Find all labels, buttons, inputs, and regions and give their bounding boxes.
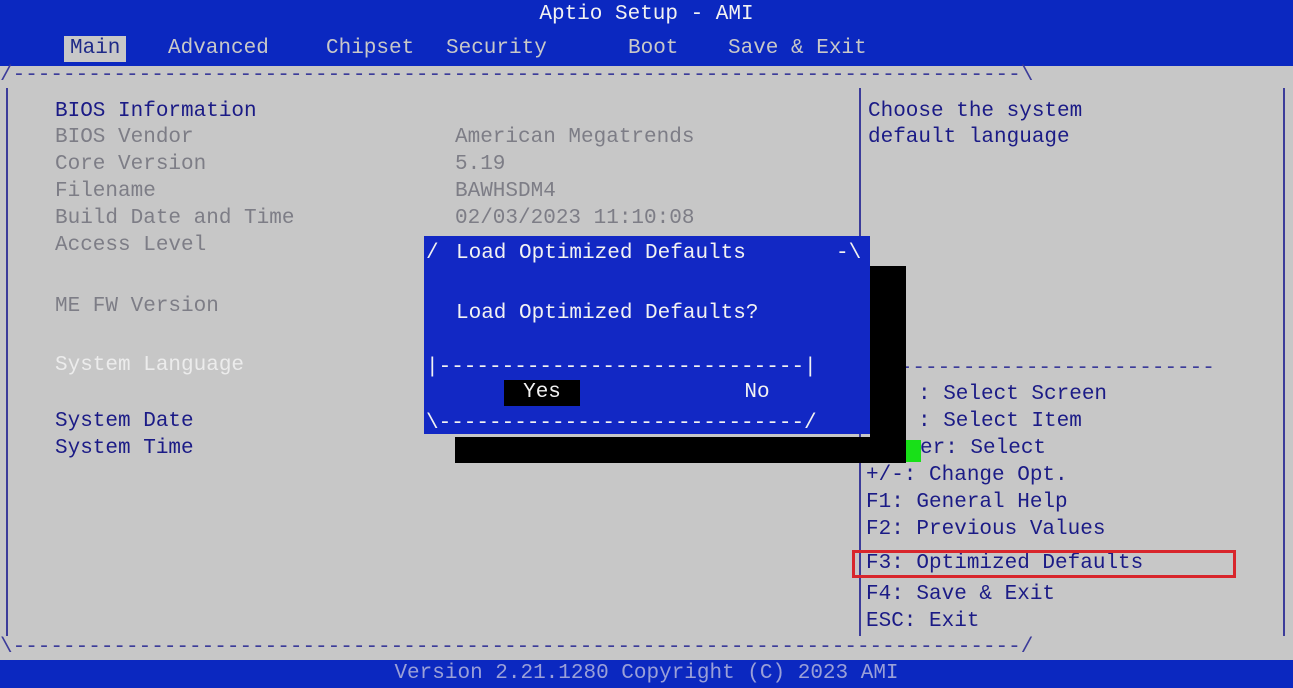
key-change-opt: +/-: Change Opt.	[866, 464, 1068, 487]
yes-button[interactable]: Yes	[504, 380, 580, 406]
key-select-screen: : Select Screen	[918, 383, 1108, 406]
tab-advanced[interactable]: Advanced	[162, 36, 275, 62]
core-version-value: 5.19	[455, 153, 506, 176]
frame-left-border	[6, 88, 8, 636]
system-language-item[interactable]: System Language	[55, 354, 244, 378]
help-description-line-2: default language	[868, 126, 1070, 149]
dialog-bottom-border: \-----------------------------/	[426, 412, 817, 435]
core-version-label: Core Version	[55, 153, 207, 176]
me-fw-version-label: ME FW Version	[55, 295, 219, 318]
system-time-item[interactable]: System Time	[55, 437, 194, 461]
bios-information-heading: BIOS Information	[55, 100, 257, 123]
key-previous-values: F2: Previous Values	[866, 518, 1106, 541]
tab-save-exit[interactable]: Save & Exit	[722, 36, 873, 62]
system-date-item[interactable]: System Date	[55, 410, 194, 434]
build-date-label: Build Date and Time	[55, 207, 295, 230]
frame-bottom-border: \---------------------------------------…	[0, 636, 1034, 659]
load-defaults-dialog: / Load Optimized Defaults -\ Load Optimi…	[424, 236, 870, 435]
key-esc-exit: ESC: Exit	[866, 610, 980, 633]
dialog-title-left-corner: /	[426, 242, 439, 265]
dialog-title: Load Optimized Defaults	[456, 242, 746, 265]
key-general-help: F1: General Help	[866, 491, 1068, 514]
key-enter-select: er: Select	[920, 437, 1047, 460]
version-text: Version 2.21.1280 Copyright (C) 2023 AMI	[394, 662, 899, 685]
setup-title: Aptio Setup - AMI	[539, 3, 754, 26]
dialog-title-right-corner: -\	[836, 242, 862, 265]
highlight-box	[852, 550, 1236, 578]
tab-chipset[interactable]: Chipset	[320, 36, 420, 62]
frame-top-border: /---------------------------------------…	[0, 64, 1034, 87]
tab-boot[interactable]: Boot	[622, 36, 684, 62]
bios-vendor-value: American Megatrends	[455, 126, 695, 149]
filename-label: Filename	[55, 180, 156, 203]
build-date-value: 02/03/2023 11:10:08	[455, 207, 695, 230]
help-divider: ----------------------------	[862, 357, 1215, 380]
no-button[interactable]: No	[734, 380, 780, 406]
bios-vendor-label: BIOS Vendor	[55, 126, 194, 149]
text-cursor	[905, 440, 921, 462]
tab-security[interactable]: Security	[440, 36, 553, 62]
help-description-line-1: Choose the system	[868, 100, 1083, 123]
filename-value: BAWHSDM4	[455, 180, 556, 203]
dialog-message: Load Optimized Defaults?	[456, 302, 759, 325]
dialog-shadow-bottom	[455, 437, 906, 463]
access-level-label: Access Level	[55, 234, 207, 257]
dialog-separator: |-----------------------------|	[426, 356, 817, 379]
tab-main[interactable]: Main	[64, 36, 127, 62]
key-save-exit: F4: Save & Exit	[866, 583, 1056, 606]
dialog-shadow-right	[870, 266, 906, 462]
frame-right-border	[1283, 88, 1285, 636]
key-select-item: : Select Item	[918, 410, 1082, 433]
